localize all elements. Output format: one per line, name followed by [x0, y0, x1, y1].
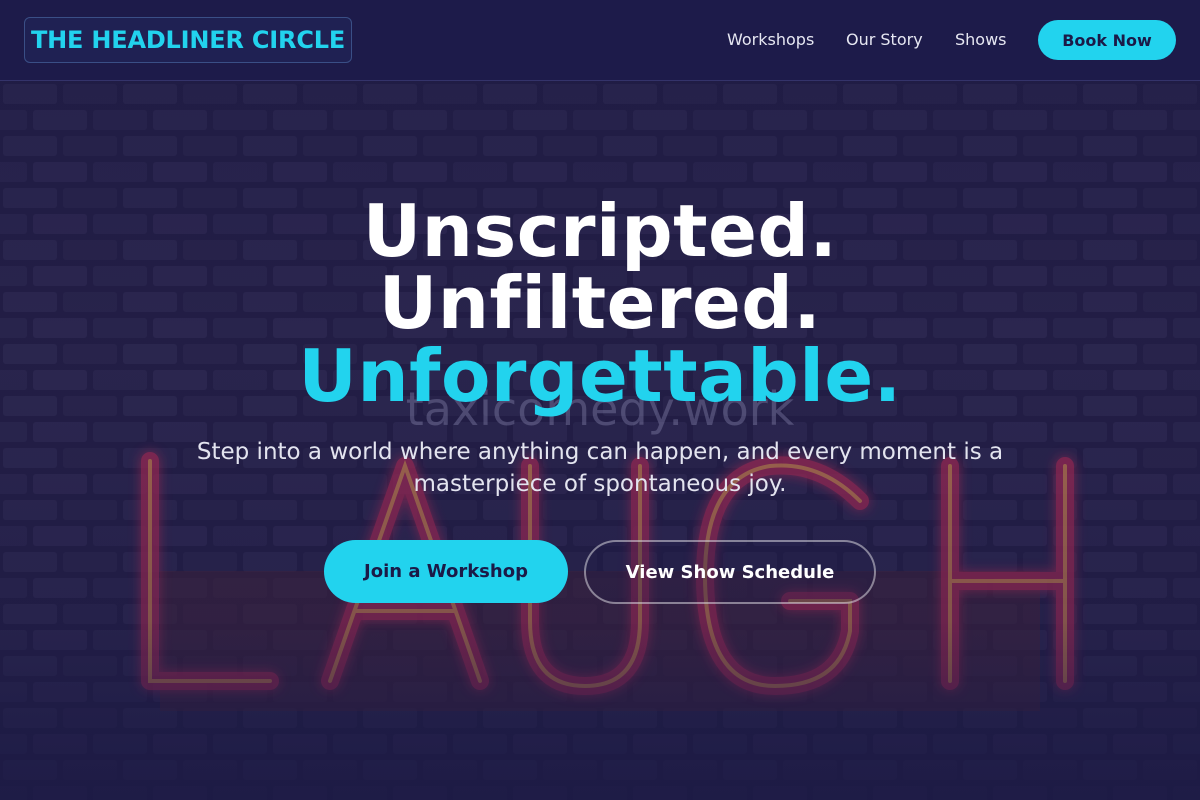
join-workshop-button[interactable]: Join a Workshop — [324, 540, 568, 603]
headline-line-1: Unscripted. — [362, 189, 838, 273]
hero-subtitle: Step into a world where anything can hap… — [196, 439, 1004, 497]
logo[interactable]: THE HEADLINER CIRCLE — [24, 17, 352, 63]
nav-link-workshops[interactable]: Workshops — [727, 29, 814, 51]
view-show-schedule-button[interactable]: View Show Schedule — [584, 540, 876, 604]
headline-line-3: Unforgettable. — [298, 334, 902, 418]
site-header: THE HEADLINER CIRCLE Workshops Our Story… — [0, 0, 1200, 81]
headline-line-2: Unfiltered. — [378, 261, 822, 345]
nav-link-shows[interactable]: Shows — [955, 29, 1007, 51]
book-now-button[interactable]: Book Now — [1038, 20, 1176, 60]
nav-link-our-story[interactable]: Our Story — [846, 29, 923, 51]
